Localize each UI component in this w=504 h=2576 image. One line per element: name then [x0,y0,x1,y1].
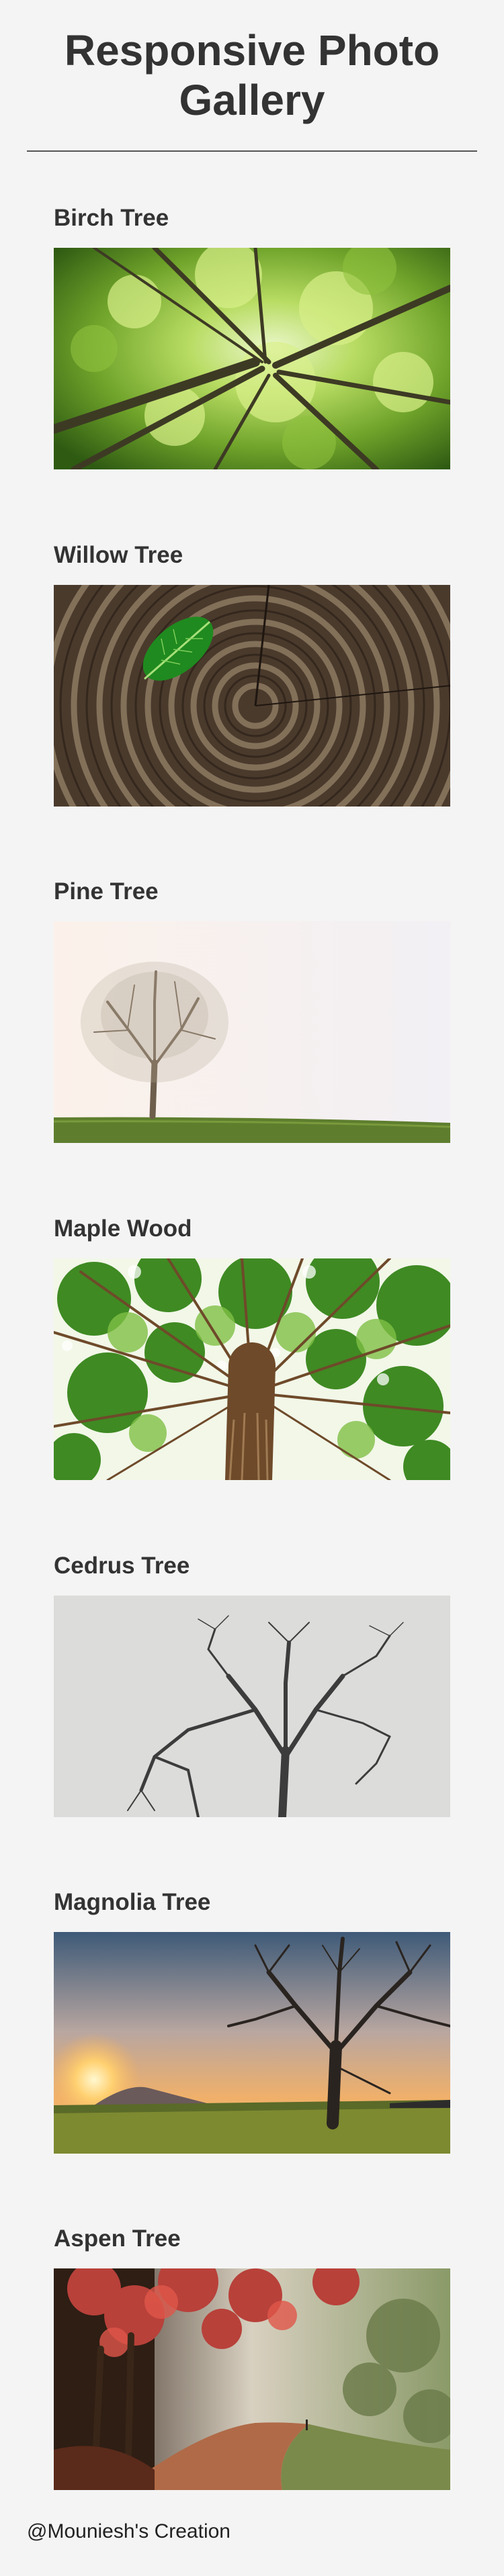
autumn-forest-path-photo [54,2268,450,2490]
lone-tree-on-hill-photo [54,921,450,1143]
card-title: Maple Wood [54,1215,192,1242]
card-title: Magnolia Tree [54,1889,211,1915]
gallery-card-birch: Birch Tree [54,205,450,469]
gallery-card-magnolia: Magnolia Tree [54,1889,450,2154]
card-title: Birch Tree [54,205,169,231]
title-divider [27,150,477,152]
leaf-on-tree-rings-photo [54,585,450,807]
gallery-card-aspen: Aspen Tree [54,2225,450,2490]
gallery-card-pine: Pine Tree [54,878,450,1143]
birch-canopy-photo [54,248,450,469]
card-title: Willow Tree [54,542,183,568]
bare-tree-grey-sky-photo [54,1596,450,1817]
page-title: Responsive Photo Gallery [64,26,440,124]
card-title: Aspen Tree [54,2225,181,2252]
footer-credit: @Mouniesh's Creation [27,2520,230,2542]
maple-canopy-photo [54,1258,450,1480]
card-title: Cedrus Tree [54,1553,190,1579]
gallery-card-willow: Willow Tree [54,542,450,807]
bare-tree-sunset-photo [54,1932,450,2154]
gallery-card-maple: Maple Wood [54,1215,450,1480]
gallery-card-cedrus: Cedrus Tree [54,1553,450,1817]
card-title: Pine Tree [54,878,159,905]
